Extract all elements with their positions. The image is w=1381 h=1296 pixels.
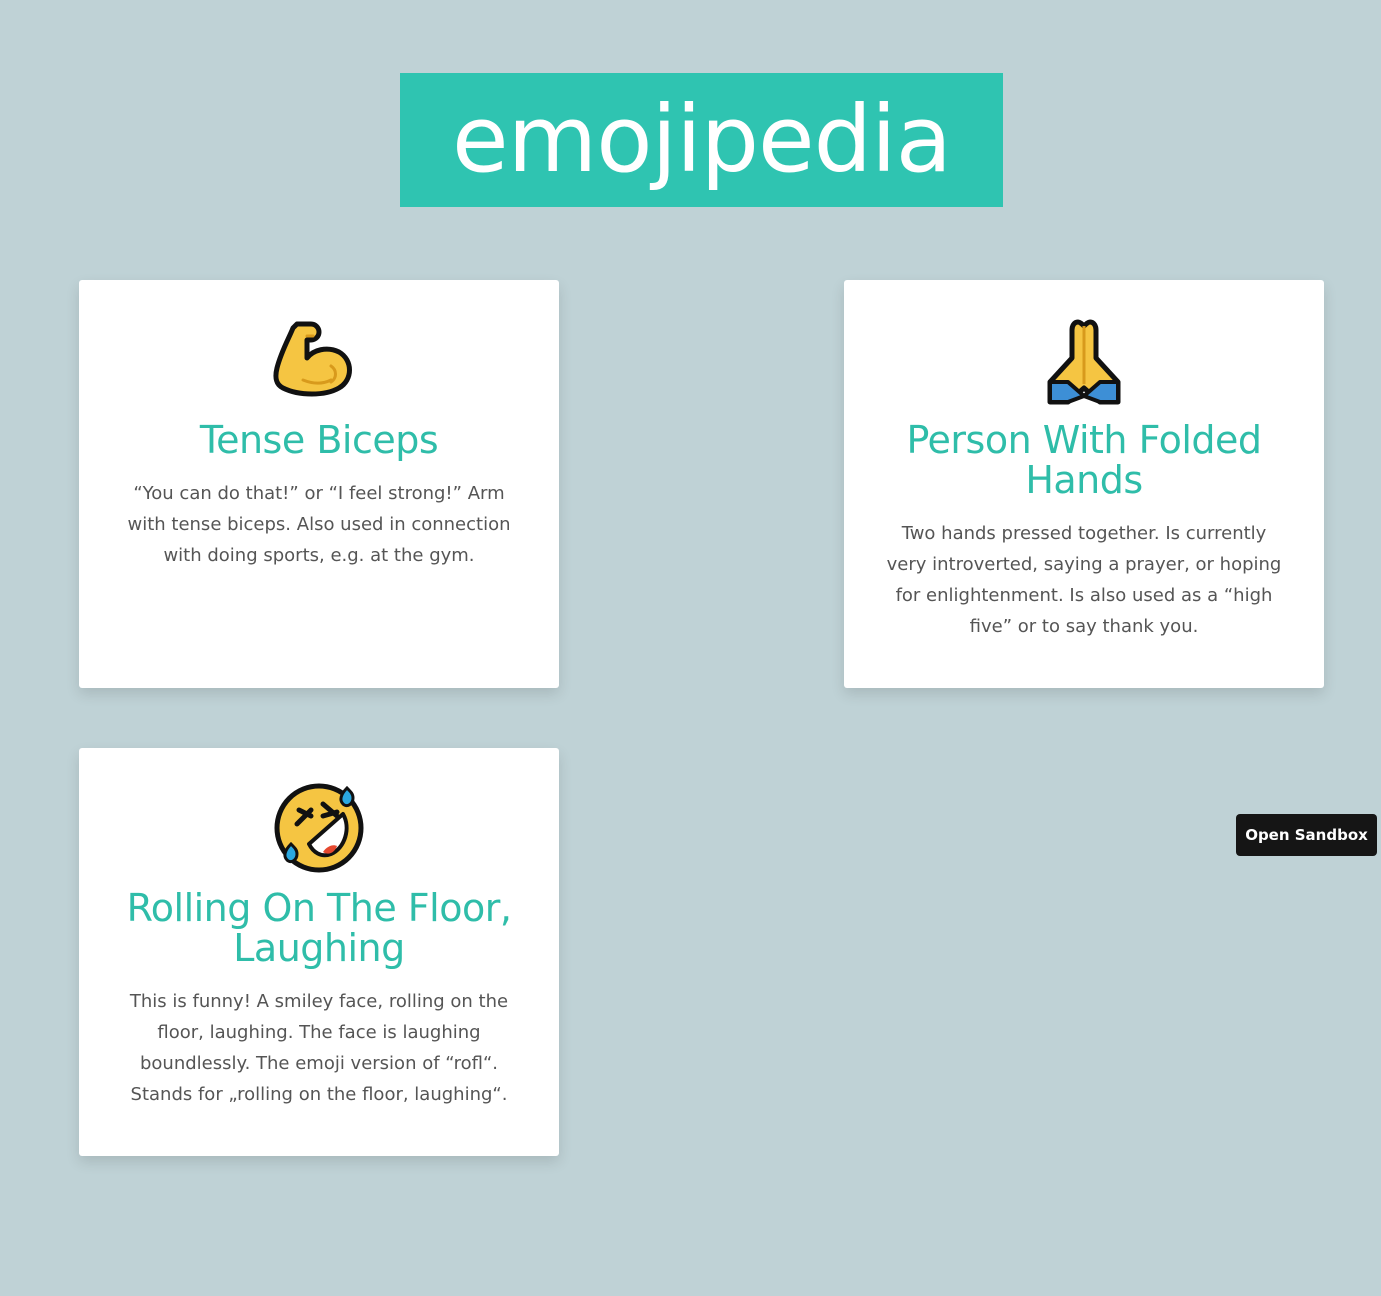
emoji-card-rolling-laughing: Rolling On The Floor, Laughing This is f… xyxy=(79,748,559,1156)
rolling-on-floor-laughing-icon xyxy=(274,783,364,873)
flexed-biceps-icon xyxy=(273,321,352,397)
logo-text: emojipedia xyxy=(452,86,952,193)
open-sandbox-button[interactable]: Open Sandbox xyxy=(1236,814,1377,856)
emoji-description: Two hands pressed together. Is currently… xyxy=(886,523,1282,637)
emoji-description: “You can do that!” or “I feel strong!” A… xyxy=(127,483,511,566)
emoji-term: Person With Folded Hands xyxy=(906,418,1262,502)
site-logo: emojipedia xyxy=(400,73,1003,207)
emoji-card-tense-biceps: Tense Biceps “You can do that!” or “I fe… xyxy=(79,280,559,688)
folded-hands-icon xyxy=(1047,319,1121,405)
emoji-term: Tense Biceps xyxy=(199,418,439,462)
emoji-description: This is funny! A smiley face, rolling on… xyxy=(129,991,509,1105)
emoji-term: Rolling On The Floor, Laughing xyxy=(126,886,512,970)
emoji-card-folded-hands: Person With Folded Hands Two hands press… xyxy=(844,280,1324,688)
